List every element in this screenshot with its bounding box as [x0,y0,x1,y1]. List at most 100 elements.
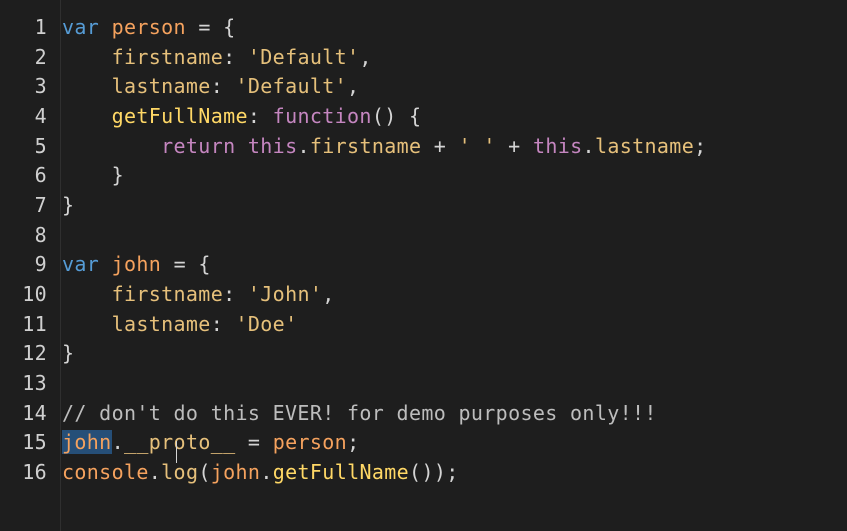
line-source: lastname: 'Doe' [62,312,847,336]
code-token: ()); [409,460,459,485]
code-token: } [62,341,75,366]
code-token: : [247,103,273,128]
line-number: 5 [34,133,47,158]
line-source: return this.firstname + ' ' + this.lastn… [62,134,847,158]
line-source: firstname: 'Default', [62,45,847,69]
code-token: ; [347,430,360,455]
line-source: john.__proto__ = person; [62,430,847,455]
code-token: var [62,252,100,277]
code-token: = { [185,14,236,39]
code-token: ' ' [458,133,496,158]
code-token: ; [694,133,707,158]
code-line[interactable]: 12} [0,339,847,369]
code-token: . [111,430,124,455]
code-token: , [322,282,335,307]
code-line[interactable]: 16 console.log(john.getFullName()); [0,457,847,487]
code-line[interactable]: 6 } [0,160,847,190]
code-line[interactable]: 4 getFullName: function() { [0,101,847,131]
line-number: 6 [34,163,47,188]
code-token: 'Default' [235,74,348,99]
code-token: person [272,430,348,455]
line-number: 10 [22,282,47,307]
code-token: getFullName [62,103,248,128]
code-token: + [495,133,533,158]
line-number: 3 [34,74,47,99]
code-line[interactable]: 9 var john = { [0,250,847,280]
code-line[interactable]: 10 firstname: 'John', [0,279,847,309]
code-token: lastname [62,74,211,99]
code-token: this [532,133,583,158]
line-number: 4 [34,103,47,128]
code-token: person [111,14,186,39]
line-number: 14 [22,400,47,425]
code-token: . [260,460,273,485]
code-token: . [582,133,595,158]
code-token: lastname [594,133,695,158]
code-token: function [272,103,372,128]
line-source: lastname: 'Default', [62,74,847,98]
code-line[interactable]: 8 [0,220,847,250]
code-token: . [148,460,162,485]
line-source: getFullName: function() { [62,104,847,128]
code-line[interactable]: 1 var person = { [0,12,847,42]
code-token: } [62,192,75,217]
code-token: , [347,74,360,99]
code-token: john [111,252,162,277]
code-token: ( [198,460,211,485]
code-token: = [235,430,273,455]
line-source: var person = { [62,15,847,39]
code-token: var [62,14,100,39]
code-line[interactable]: 3 lastname: 'Default', [0,71,847,101]
code-token: log [161,460,199,485]
text-cursor [176,441,177,463]
code-token: + [421,133,459,158]
line-source: var john = { [62,252,847,276]
line-number: 8 [34,222,47,247]
code-line[interactable]: 15 john.__proto__ = person; [0,428,847,458]
line-source: console.log(john.getFullName()); [62,460,847,484]
code-token: } [62,163,124,188]
line-source: // don't do this EVER! for demo purposes… [62,401,847,425]
code-line[interactable]: 11 lastname: 'Doe' [0,309,847,339]
code-token: = { [161,252,211,277]
code-editor[interactable]: 1 var person = {2 firstname: 'Default', 3 … [0,0,847,531]
line-number: 16 [22,460,47,485]
code-token: // don't do this EVER! for demo purposes… [62,400,657,425]
code-token: : [223,282,248,307]
code-area[interactable]: 1 var person = {2 firstname: 'Default', 3 … [0,12,847,487]
code-token: , [359,44,372,69]
code-token: getFullName [272,460,410,485]
line-source: } [62,163,847,187]
code-token: . [297,133,310,158]
code-line[interactable]: 5 return this.firstname + ' ' + this.las… [0,131,847,161]
code-token: this [247,133,298,158]
code-token: __proto__ [123,430,236,455]
code-token: 'Default' [247,44,360,69]
line-number: 12 [22,341,47,366]
code-token: return [62,133,236,158]
code-token: lastname [62,311,211,336]
code-line[interactable]: 13 [0,368,847,398]
code-token: firstname [309,133,422,158]
code-token: () { [371,103,422,128]
code-line[interactable]: 7} [0,190,847,220]
selected-token: john [62,430,112,455]
code-line[interactable]: 14 // don't do this EVER! for demo purpos… [0,398,847,428]
code-token: 'Doe' [235,311,298,336]
code-token: firstname [62,282,224,307]
code-token: : [210,311,236,336]
code-token: 'John' [247,282,323,307]
code-token: john [210,460,261,485]
code-token: : [223,44,248,69]
line-number: 15 [22,430,47,455]
line-number: 2 [34,44,47,69]
code-token: : [210,74,236,99]
code-line[interactable]: 2 firstname: 'Default', [0,42,847,72]
line-source: firstname: 'John', [62,282,847,306]
code-token: console [62,460,149,485]
line-number: 9 [34,252,47,277]
line-source: } [62,341,847,365]
